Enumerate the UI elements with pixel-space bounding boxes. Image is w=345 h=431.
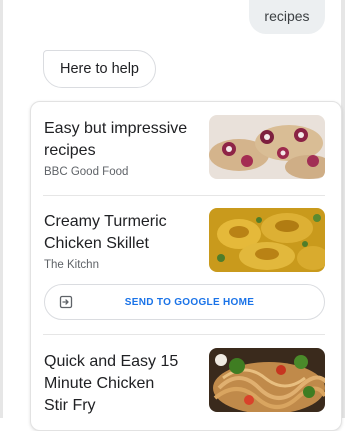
recipe-source: BBC Good Food: [44, 166, 129, 178]
assistant-reply-text: Here to help: [60, 61, 139, 77]
divider: [43, 334, 325, 335]
recipe-source: The Kitchn: [44, 259, 99, 271]
stir-fry-noodles-image[interactable]: [209, 348, 325, 412]
user-query-bubble: recipes: [249, 0, 325, 34]
divider: [43, 195, 325, 196]
figs-on-toast-image[interactable]: [209, 115, 325, 179]
cast-to-device-icon: [59, 295, 73, 309]
assistant-reply-bubble: Here to help: [43, 50, 156, 88]
recipe-title[interactable]: Quick and Easy 15 Minute Chicken Stir Fr…: [44, 351, 178, 417]
user-query-text: recipes: [264, 8, 310, 24]
recipe-title[interactable]: Easy but impressive recipes: [44, 118, 187, 162]
window-edge-left: [0, 0, 3, 418]
turmeric-chicken-image[interactable]: [209, 208, 325, 272]
send-to-google-home-label: SEND TO GOOGLE HOME: [124, 296, 255, 308]
recipe-title[interactable]: Creamy Turmeric Chicken Skillet: [44, 211, 167, 255]
send-to-google-home-button[interactable]: SEND TO GOOGLE HOME: [44, 284, 325, 320]
